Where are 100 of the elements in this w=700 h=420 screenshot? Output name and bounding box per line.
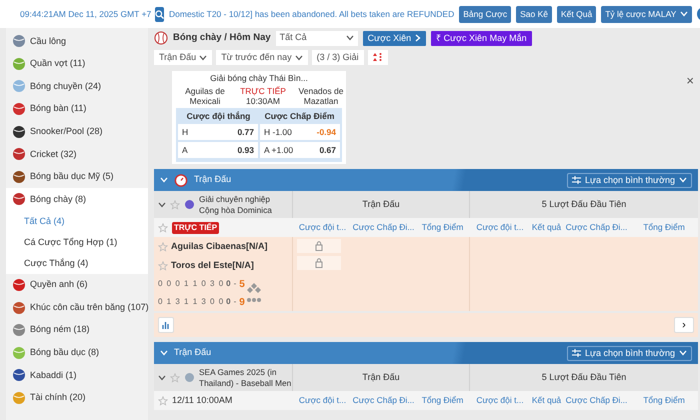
star-icon[interactable] [158,396,168,406]
sidebar-item[interactable]: Bóng bầu dục (8) [6,342,148,364]
sidebar-item[interactable]: Tài chính (20) [6,386,148,410]
view-dropdown[interactable]: Lựa chọn bình thường [566,346,692,360]
lucky-parlay-button[interactable]: ₹ Cược Xiên May Mắn [431,30,532,46]
sort-button[interactable] [368,50,388,65]
caret-icon [679,350,687,356]
ball-icon [12,79,26,94]
ball-icon [12,147,26,162]
sidebar-subitem[interactable]: Cược Thắng (4) [6,252,148,274]
sidebar-item[interactable]: Snooker/Pool (28) [6,120,148,143]
match-time: 12/11 10:00AM [172,394,232,407]
section-title: Trận Đấu [174,346,212,360]
column-header: Cược đội thắng [186,111,252,122]
star-icon[interactable] [170,200,180,210]
sidebar-item[interactable]: Cricket (32) [6,142,148,166]
current-inning: 0 [226,296,231,308]
column-header: Cược Chấp Đi... [352,221,415,234]
stats-button[interactable] [158,317,174,333]
filter-dropdown[interactable]: Từ trước đến nay [216,50,308,65]
breadcrumb-text: Bóng chày / Hôm Nay [173,30,271,45]
score-dash: - [234,296,236,308]
filter-icon [572,349,581,357]
ball-icon [12,391,26,406]
ball-icon [12,278,26,292]
lock-icon [315,258,323,268]
league-icon [184,372,195,383]
column-header: Tổng Điểm [420,221,464,234]
header-button[interactable]: Kết Quả [557,6,596,22]
column-header: Kết quả [530,221,562,234]
stopwatch-icon [174,173,188,187]
column-header: Tổng Điểm [642,221,686,234]
filter-dropdown[interactable]: Trận Đấu [154,50,212,65]
live-badge: TRỰC TIẾP [172,222,220,234]
sidebar-item[interactable]: Bóng chày (8) [6,188,148,211]
sidebar-item[interactable]: Bóng chuyền (24) [6,75,148,98]
header-button[interactable]: Sao Kê [516,6,552,22]
market-select[interactable]: Tất Cả [276,30,358,46]
caret-icon [294,54,303,60]
sidebar-item[interactable]: Quần vợt (11) [6,52,148,76]
odds-format-dropdown[interactable]: Tỷ lệ cược MALAY [601,6,692,22]
ball-icon [12,368,26,382]
ball-icon [12,192,26,206]
sidebar-subitem[interactable]: Tất Cả (4) [6,210,148,232]
column-header: Cược Chấp Đi... [564,394,628,408]
bar-chart-icon [162,321,170,329]
close-button[interactable]: × [682,71,698,87]
league-name: Giải chuyên nghiệp Cộng hòa Dominica [199,194,273,216]
group-header: 5 Lượt Đấu Đầu Tiên [542,370,626,384]
team-name: Toros del Este[N/A] [171,258,254,272]
sidebar-item[interactable]: Quyền anh (6) [6,274,148,296]
team-name: Aguilas de Mexicali [184,86,226,106]
ball-icon [12,56,26,71]
next-button[interactable]: › [674,317,694,333]
lock-icon [315,241,323,251]
sidebar-subitem[interactable]: Cá Cược Tổng Hợp (1) [6,232,148,253]
league-title: Giải bóng chày Thái Bìn... [209,73,309,84]
search-icon [155,10,164,18]
search-button[interactable] [155,6,164,22]
current-inning: 0 [226,278,231,290]
inning-scores: 0 1 3 1 1 3 0 0 [158,296,224,308]
view-dropdown[interactable]: Lựa chọn bình thường [566,172,692,188]
odds-cell[interactable]: H -1.00 -0.94 [260,124,340,140]
total-score: 9 [239,296,245,310]
star-icon[interactable] [158,242,168,252]
header-button[interactable]: Bảng Cược [459,6,512,22]
caret-icon [158,374,166,380]
caret-icon [346,35,354,41]
group-header: 5 Lượt Đấu Đầu Tiên [542,198,626,211]
ball-icon [12,300,26,315]
league-count[interactable]: (3 / 3) Giải [312,50,364,65]
star-icon[interactable] [158,222,168,232]
column-header: Cược Chấp Đi... [352,394,415,408]
column-header: Cược Chấp Điểm [264,111,336,122]
caret-icon [160,177,168,183]
sidebar-item[interactable]: Kabaddi (1) [6,364,148,387]
odds-cell[interactable]: A 0.93 [178,142,258,158]
section-title: Trận Đấu [194,173,232,186]
sidebar-item[interactable]: Cầu lông [6,30,148,53]
odds-cell[interactable]: H 0.77 [178,124,258,140]
announcement-text: Domestic T20 - 10/12] has been abandoned. All bets taken are REFUNDED [169,8,454,20]
total-score: 5 [239,278,245,292]
chevron-right-icon [415,34,422,42]
sidebar-item[interactable]: Khúc côn cầu trên băng (107) [6,296,148,319]
star-icon[interactable] [158,260,168,270]
parlay-button[interactable]: Cược Xiên [362,30,426,46]
star-icon[interactable] [170,372,180,382]
sidebar-item[interactable]: Bóng bàn (11) [6,98,148,120]
caret-icon [199,54,208,60]
sidebar-item[interactable]: Bóng bầu dục Mỹ (5) [6,166,148,188]
odds-cell[interactable]: A +1.00 0.67 [260,142,340,158]
ball-icon [12,102,26,116]
live-status: TRỰC TIẾP [239,86,287,96]
column-header: Cược đội t... [475,394,525,408]
column-header: Cược đội t... [298,221,348,234]
ball-icon [12,346,26,360]
sidebar-item[interactable]: Bóng ném (18) [6,318,148,342]
team-name: Venados de Mazatlan [298,86,344,106]
group-header: Trận Đấu [362,370,400,384]
column-header: Cược đội t... [475,221,525,234]
